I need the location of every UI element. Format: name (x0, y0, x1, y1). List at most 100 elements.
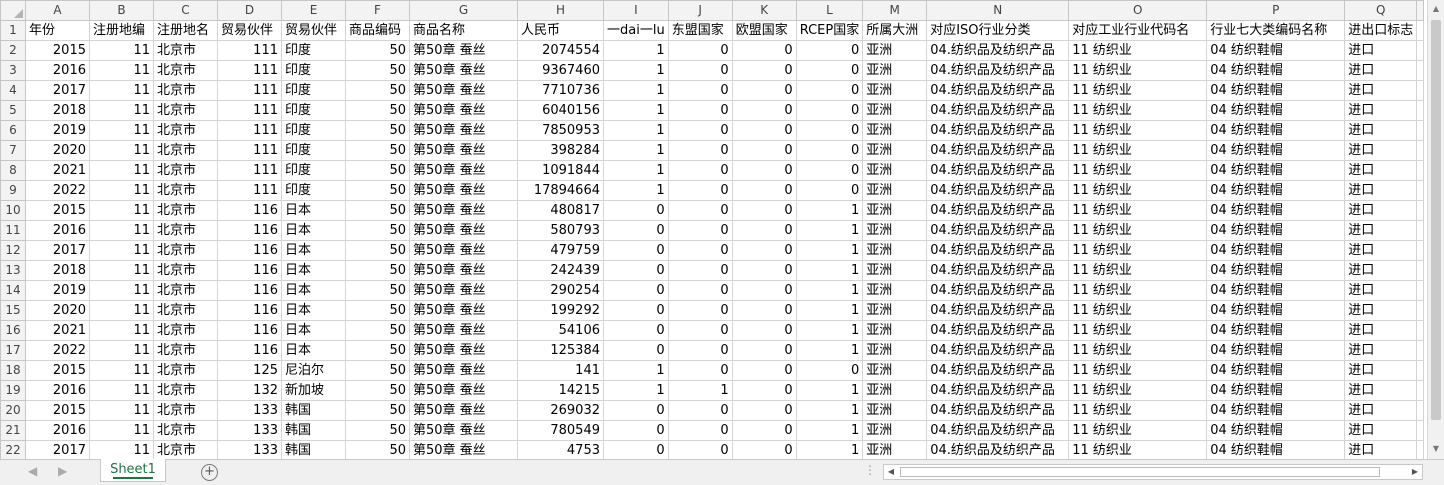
cell[interactable]: 11 (89, 280, 154, 301)
cell[interactable]: 111 (217, 40, 282, 61)
cell[interactable]: 2017 (25, 80, 90, 101)
cell[interactable]: 04.纺织品及纺织产品 (926, 380, 1070, 401)
cell[interactable]: 亚洲 (862, 300, 928, 321)
cell[interactable]: 04.纺织品及纺织产品 (926, 420, 1070, 441)
cell[interactable]: 04.纺织品及纺织产品 (926, 300, 1070, 321)
cell[interactable]: 11 纺织业 (1068, 420, 1208, 441)
row-header[interactable]: 10 (0, 200, 26, 221)
cell[interactable]: 0 (795, 360, 864, 381)
cell[interactable]: 进口 (1344, 400, 1418, 421)
cell[interactable]: 11 (89, 340, 154, 361)
cell[interactable]: 亚洲 (862, 420, 928, 441)
cell[interactable]: 第50章 蚕丝 (409, 400, 518, 421)
cell[interactable]: 0 (795, 180, 864, 201)
cell[interactable]: 进口 (1344, 160, 1418, 181)
cell[interactable]: 0 (731, 80, 797, 101)
row-header[interactable]: 7 (0, 140, 26, 161)
column-header-e[interactable]: E (281, 0, 346, 21)
cell[interactable]: 1 (795, 380, 864, 401)
prev-sheet-icon[interactable]: ◀ (28, 464, 37, 478)
cell[interactable]: 54106 (517, 320, 604, 341)
cell[interactable]: 11 纺织业 (1068, 340, 1208, 361)
cell[interactable]: 9367460 (517, 60, 604, 81)
header-cell[interactable]: 贸易伙伴 (217, 20, 282, 41)
column-header-q[interactable]: Q (1344, 0, 1418, 21)
cell[interactable]: 11 纺织业 (1068, 180, 1208, 201)
next-sheet-icon[interactable]: ▶ (58, 464, 67, 478)
cell[interactable]: 1 (795, 200, 864, 221)
cell[interactable]: 04.纺织品及纺织产品 (926, 40, 1070, 61)
cell[interactable]: 北京市 (153, 380, 218, 401)
cell[interactable]: 50 (345, 120, 410, 141)
cell[interactable]: 1 (795, 420, 864, 441)
cell[interactable]: 0 (667, 400, 733, 421)
cell[interactable]: 14215 (517, 380, 604, 401)
cell[interactable]: 进口 (1344, 280, 1418, 301)
cell[interactable]: 04 纺织鞋帽 (1206, 380, 1346, 401)
header-cell[interactable]: 注册地名 (153, 20, 218, 41)
cell[interactable]: 第50章 蚕丝 (409, 280, 518, 301)
cell[interactable]: 116 (217, 220, 282, 241)
cell[interactable]: 580793 (517, 220, 604, 241)
cell[interactable]: 进口 (1344, 240, 1418, 261)
cell[interactable]: 1 (603, 360, 669, 381)
cell[interactable]: 11 纺织业 (1068, 60, 1208, 81)
select-all-corner[interactable] (0, 0, 26, 21)
cell[interactable]: 0 (603, 220, 669, 241)
cell[interactable] (1416, 360, 1425, 381)
cell[interactable]: 第50章 蚕丝 (409, 440, 518, 459)
cell[interactable]: 北京市 (153, 440, 218, 459)
cell[interactable]: 04 纺织鞋帽 (1206, 40, 1346, 61)
column-header-b[interactable]: B (89, 0, 154, 21)
cell[interactable]: 04.纺织品及纺织产品 (926, 280, 1070, 301)
row-header[interactable]: 3 (0, 60, 26, 81)
cell[interactable]: 0 (667, 320, 733, 341)
cell[interactable]: 0 (731, 300, 797, 321)
cell[interactable]: 11 (89, 360, 154, 381)
cell[interactable]: 1 (795, 400, 864, 421)
cell[interactable]: 北京市 (153, 400, 218, 421)
cell[interactable]: 进口 (1344, 140, 1418, 161)
cell[interactable]: 290254 (517, 280, 604, 301)
cell[interactable]: 1 (603, 60, 669, 81)
cell[interactable]: 04 纺织鞋帽 (1206, 220, 1346, 241)
cell[interactable]: 04 纺织鞋帽 (1206, 140, 1346, 161)
cell[interactable]: 133 (217, 440, 282, 459)
cell[interactable]: 进口 (1344, 180, 1418, 201)
cell[interactable]: 125384 (517, 340, 604, 361)
cell[interactable]: 2018 (25, 260, 90, 281)
cell[interactable]: 11 纺织业 (1068, 360, 1208, 381)
cell[interactable]: 6040156 (517, 100, 604, 121)
cell[interactable]: 11 (89, 160, 154, 181)
row-header[interactable]: 16 (0, 320, 26, 341)
cell[interactable]: 印度 (281, 140, 346, 161)
column-header-n[interactable]: N (926, 0, 1070, 21)
cell[interactable]: 2019 (25, 120, 90, 141)
cell[interactable]: 132 (217, 380, 282, 401)
cell[interactable]: 11 纺织业 (1068, 200, 1208, 221)
cell[interactable]: 亚洲 (862, 200, 928, 221)
cell[interactable]: 0 (667, 280, 733, 301)
cell[interactable]: 111 (217, 80, 282, 101)
cell[interactable]: 亚洲 (862, 120, 928, 141)
cell[interactable]: 11 (89, 40, 154, 61)
cell[interactable]: 11 (89, 380, 154, 401)
sheet-tab-sheet1[interactable]: Sheet1 (100, 459, 166, 482)
cell[interactable]: 北京市 (153, 140, 218, 161)
cell[interactable]: 11 纺织业 (1068, 100, 1208, 121)
cell[interactable]: 11 纺织业 (1068, 320, 1208, 341)
row-header[interactable]: 5 (0, 100, 26, 121)
cell[interactable]: 50 (345, 300, 410, 321)
cell[interactable]: 50 (345, 200, 410, 221)
cell[interactable]: 50 (345, 400, 410, 421)
cell[interactable]: 0 (731, 140, 797, 161)
header-cell[interactable]: 人民币 (517, 20, 604, 41)
cell[interactable]: 2074554 (517, 40, 604, 61)
cell[interactable]: 11 (89, 260, 154, 281)
cell[interactable]: 北京市 (153, 280, 218, 301)
cell[interactable]: 第50章 蚕丝 (409, 40, 518, 61)
row-header[interactable]: 11 (0, 220, 26, 241)
cell[interactable]: 韩国 (281, 440, 346, 459)
cell[interactable]: 11 (89, 60, 154, 81)
cell[interactable]: 116 (217, 340, 282, 361)
